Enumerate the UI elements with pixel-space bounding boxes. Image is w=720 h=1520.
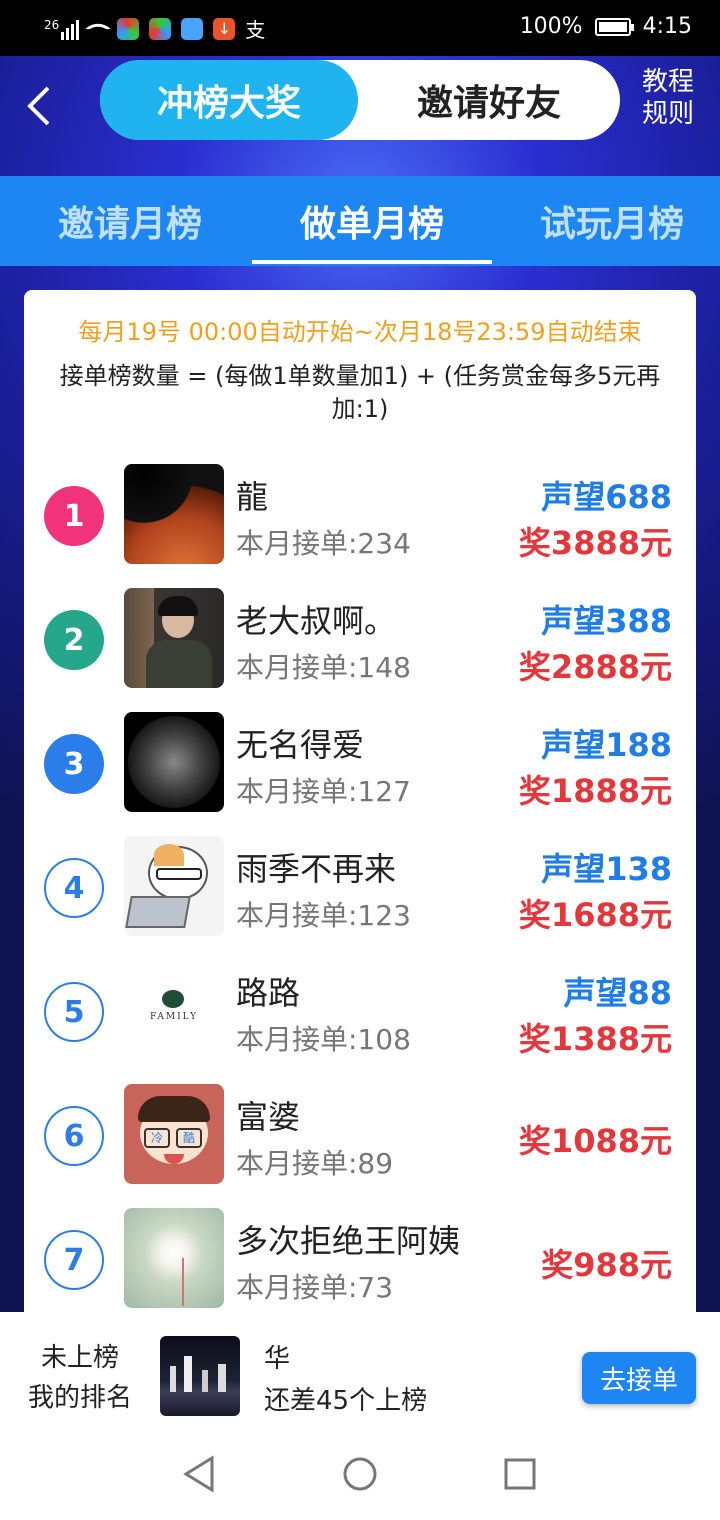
avatar bbox=[160, 1336, 240, 1416]
rank-badge: 1 bbox=[44, 486, 104, 546]
formula-text: 接单榜数量 = (每做1单数量加1) + (任务赏金每多5元再加:1) bbox=[59, 362, 661, 423]
user-name: 老大叔啊。 bbox=[236, 602, 397, 640]
prize-value: 奖2888元 bbox=[518, 648, 672, 686]
prestige-value: 声望88 bbox=[563, 974, 672, 1012]
rules-link[interactable]: 教程 规则 bbox=[628, 66, 708, 130]
tab-rank-prize[interactable]: 冲榜大奖 bbox=[100, 60, 358, 140]
avatar bbox=[124, 588, 224, 688]
my-name: 华 bbox=[264, 1344, 291, 1374]
prize-value: 奖3888元 bbox=[518, 524, 672, 562]
user-name: 富婆 bbox=[236, 1098, 301, 1136]
tab-invite-friends[interactable]: 邀请好友 bbox=[358, 60, 620, 140]
avatar: FAMILY bbox=[124, 960, 224, 1060]
ranking-row[interactable]: 2 老大叔啊。 本月接单:148 声望388 奖2888元 bbox=[24, 588, 696, 712]
rank-badge: 5 bbox=[44, 982, 104, 1042]
tab-order-monthly[interactable]: 做单月榜 bbox=[252, 176, 492, 266]
rank-badge: 3 bbox=[44, 734, 104, 794]
rank-badge: 7 bbox=[44, 1230, 104, 1290]
order-count: 本月接单:127 bbox=[236, 775, 411, 808]
ranking-row[interactable]: 6 冷 酷 富婆 本月接单:89 奖1088元 bbox=[24, 1084, 696, 1208]
prize-value: 奖1688元 bbox=[518, 896, 672, 934]
battery-percent: 100% bbox=[519, 14, 583, 39]
rank-badge: 2 bbox=[44, 610, 104, 670]
prize-value: 奖1388元 bbox=[518, 1020, 672, 1058]
prestige-value: 声望138 bbox=[541, 850, 672, 888]
ranking-row[interactable]: 4 雨季不再来 本月接单:123 声望138 奖1688元 bbox=[24, 836, 696, 960]
user-name: 多次拒绝王阿姨 bbox=[236, 1222, 461, 1260]
nav-home-icon[interactable] bbox=[338, 1452, 382, 1496]
back-icon[interactable] bbox=[20, 78, 60, 134]
user-name: 路路 bbox=[236, 974, 301, 1012]
download-icon: ↓ bbox=[213, 17, 236, 40]
tab-trial-monthly[interactable]: 试玩月榜 bbox=[512, 176, 712, 266]
take-order-button[interactable]: 去接单 bbox=[582, 1352, 696, 1404]
ranking-row[interactable]: 3 无名得爱 本月接单:127 声望188 奖1888元 bbox=[24, 712, 696, 836]
order-count: 本月接单:108 bbox=[236, 1023, 411, 1056]
rank-badge: 6 bbox=[44, 1106, 104, 1166]
order-count: 本月接单:148 bbox=[236, 651, 411, 684]
tab-invite-monthly[interactable]: 邀请月榜 bbox=[30, 176, 230, 266]
segmented-control: 冲榜大奖 邀请好友 bbox=[100, 60, 620, 140]
ranking-tabs: 邀请月榜 做单月榜 试玩月榜 bbox=[0, 176, 720, 266]
prize-value: 奖1888元 bbox=[518, 772, 672, 810]
my-ranking-bar: 未上榜 我的排名 华 还差45个上榜 去接单 bbox=[0, 1312, 720, 1432]
prestige-value: 声望388 bbox=[541, 602, 672, 640]
avatar: 冷 酷 bbox=[124, 1084, 224, 1184]
user-name: 无名得爱 bbox=[236, 726, 365, 764]
signal-icon: 26 bbox=[44, 18, 80, 40]
rank-badge: 4 bbox=[44, 858, 104, 918]
user-name: 龍 bbox=[236, 478, 269, 516]
header: 冲榜大奖 邀请好友 教程 规则 bbox=[0, 56, 720, 176]
ranking-row[interactable]: 5 FAMILY 路路 本月接单:108 声望88 奖1388元 bbox=[24, 960, 696, 1084]
status-bar: 26 ↓ 支 100% 4:15 bbox=[0, 0, 720, 56]
app-icon bbox=[149, 17, 172, 40]
battery-icon bbox=[594, 17, 634, 36]
prize-value: 奖988元 bbox=[541, 1246, 672, 1284]
app-icon: 支 bbox=[245, 18, 266, 42]
ranking-card: 每月19号 00:00自动开始~次月18号23:59自动结束 接单榜数量 = (… bbox=[24, 290, 696, 1330]
my-rank-label: 未上榜 我的排名 bbox=[27, 1343, 132, 1413]
order-count: 本月接单:89 bbox=[236, 1147, 394, 1180]
avatar bbox=[124, 464, 224, 564]
ranking-row[interactable]: 1 龍 本月接单:234 声望688 奖3888元 bbox=[24, 464, 696, 588]
system-nav-bar bbox=[0, 1432, 720, 1520]
user-name: 雨季不再来 bbox=[236, 850, 397, 888]
app-icon bbox=[117, 17, 140, 40]
order-count: 本月接单:123 bbox=[236, 899, 411, 932]
avatar bbox=[124, 1208, 224, 1308]
order-count: 本月接单:73 bbox=[236, 1271, 394, 1304]
my-gap-text: 还差45个上榜 bbox=[264, 1386, 428, 1416]
nav-recents-icon[interactable] bbox=[498, 1452, 542, 1496]
app-icon bbox=[181, 17, 204, 40]
nav-back-icon[interactable] bbox=[178, 1452, 222, 1496]
prestige-value: 声望188 bbox=[541, 726, 672, 764]
avatar bbox=[124, 712, 224, 812]
prestige-value: 声望688 bbox=[541, 478, 672, 516]
order-count: 本月接单:234 bbox=[236, 527, 411, 560]
avatar bbox=[124, 836, 224, 936]
period-notice: 每月19号 00:00自动开始~次月18号23:59自动结束 bbox=[78, 318, 642, 346]
prize-value: 奖1088元 bbox=[518, 1122, 672, 1160]
wifi-icon bbox=[85, 15, 112, 42]
clock: 4:15 bbox=[642, 14, 692, 39]
